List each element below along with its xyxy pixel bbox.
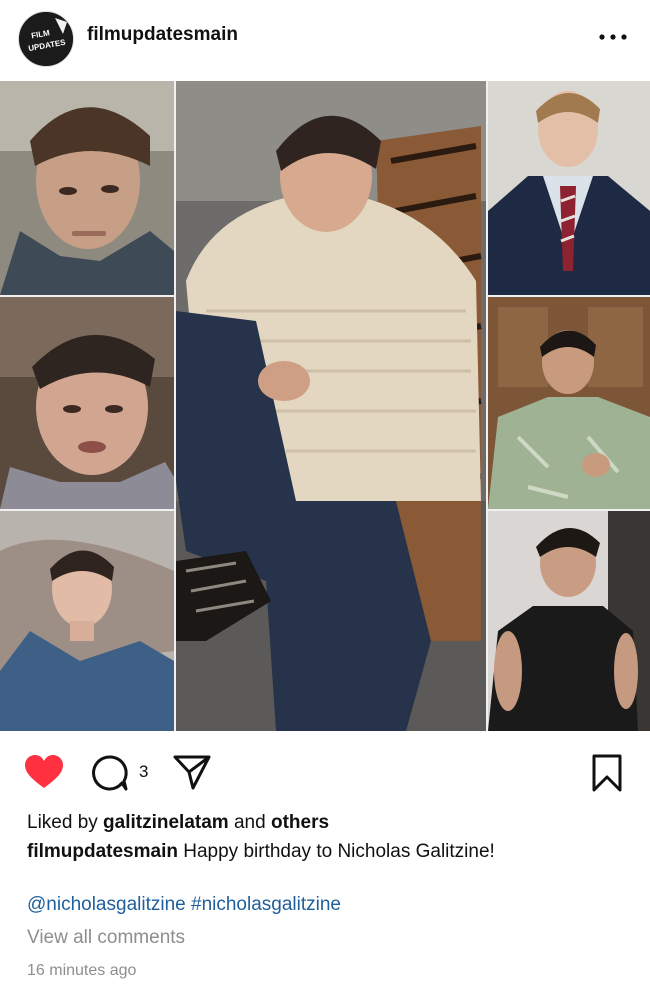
caption-tags: @nicholasgalitzine #nicholasgalitzine bbox=[27, 894, 341, 916]
tile-center bbox=[176, 81, 486, 731]
likes-others-link[interactable]: others bbox=[271, 812, 329, 833]
tile-right-middle bbox=[488, 297, 650, 509]
heart-icon[interactable] bbox=[24, 754, 64, 790]
caption-line: filmupdatesmain Happy birthday to Nichol… bbox=[27, 841, 495, 863]
mention-link[interactable]: @nicholasgalitzine bbox=[27, 894, 186, 915]
comment-count: 3 bbox=[139, 762, 149, 781]
avatar-logo: FILM UPDATES bbox=[19, 12, 73, 66]
post-timestamp: 16 minutes ago bbox=[27, 962, 137, 979]
liked-by-user-link[interactable]: galitzinelatam bbox=[103, 812, 229, 833]
post-actions: 3 bbox=[0, 740, 650, 800]
tile-right-top bbox=[488, 81, 650, 295]
bookmark-icon[interactable] bbox=[590, 754, 624, 792]
hashtag-link[interactable]: #nicholasgalitzine bbox=[191, 894, 341, 915]
tile-left-bottom bbox=[0, 511, 174, 731]
comment-icon[interactable] bbox=[91, 754, 129, 792]
header-username[interactable]: filmupdatesmain bbox=[87, 24, 238, 46]
view-all-comments-link[interactable]: View all comments bbox=[27, 927, 185, 949]
caption-username[interactable]: filmupdatesmain bbox=[27, 841, 178, 862]
tile-right-bottom bbox=[488, 511, 650, 731]
avatar[interactable]: FILM UPDATES bbox=[18, 11, 74, 67]
likes-line: Liked by galitzinelatam and others bbox=[27, 812, 329, 834]
likes-prefix: Liked by bbox=[27, 812, 104, 833]
more-horizontal-icon[interactable] bbox=[596, 27, 630, 47]
post-image-collage[interactable] bbox=[0, 81, 650, 731]
tile-left-middle bbox=[0, 297, 174, 509]
post-header: FILM UPDATES filmupdatesmain bbox=[0, 0, 650, 80]
likes-middle: and bbox=[228, 812, 271, 833]
tile-left-top bbox=[0, 81, 174, 295]
caption-text: Happy birthday to Nicholas Galitzine! bbox=[177, 841, 495, 862]
share-icon[interactable] bbox=[173, 754, 211, 790]
